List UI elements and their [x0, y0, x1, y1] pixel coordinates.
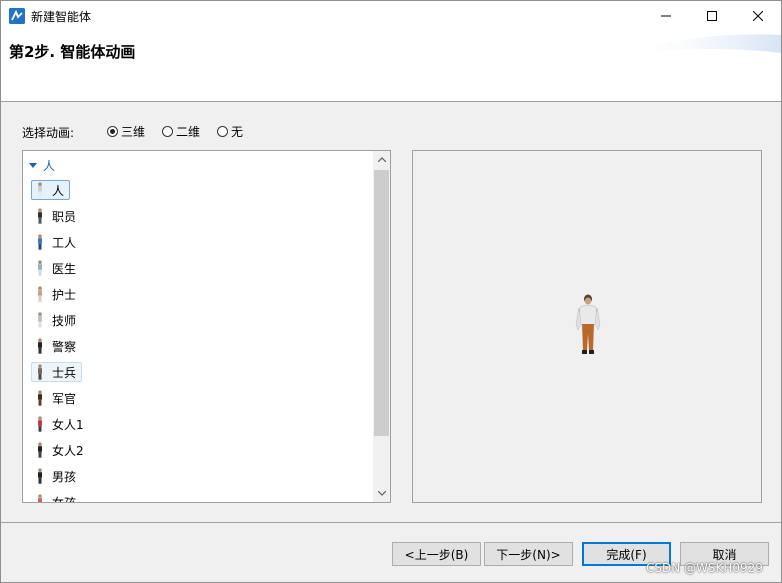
next-button[interactable]: 下一步(N)> [484, 542, 573, 566]
watermark-text: CSDN @WSKH0929 [646, 561, 763, 575]
animation-label: 选择动画: [22, 126, 75, 140]
close-button[interactable] [735, 1, 781, 31]
radio-2d-circle[interactable] [162, 126, 173, 137]
person-icon [38, 286, 42, 302]
walking-person-icon [575, 294, 601, 354]
tree-item-label: 女孩 [52, 495, 77, 503]
tree-item[interactable]: 女人2 [31, 440, 90, 460]
close-icon [753, 11, 763, 21]
new-agent-dialog: 新建智能体 第2步. 智能体动画 选择动画: 三维 二维 无 人 人 职员 工人… [0, 0, 782, 583]
tree-item[interactable]: 女孩 [31, 492, 82, 503]
tree-item-label: 士兵 [52, 365, 77, 380]
radio-none[interactable]: 无 [217, 123, 243, 140]
radio-3d-label: 三维 [121, 125, 146, 139]
chevron-up-icon [377, 157, 386, 162]
window-title: 新建智能体 [31, 10, 92, 24]
tree-item-label: 职员 [52, 209, 77, 224]
wizard-header: 第2步. 智能体动画 [1, 31, 781, 102]
tree-item[interactable]: 军官 [31, 388, 82, 408]
person-icon [38, 234, 42, 250]
person-icon [38, 338, 42, 354]
tree-item-label: 护士 [52, 287, 77, 302]
person-icon [38, 494, 42, 502]
tree-item[interactable]: 工人 [31, 232, 82, 252]
tree-item-label: 女人2 [52, 443, 84, 458]
person-icon [38, 364, 42, 380]
tree-item[interactable]: 医生 [31, 258, 82, 278]
animation-preview [412, 150, 762, 503]
maximize-button[interactable] [689, 1, 735, 31]
tree-item[interactable]: 职员 [31, 206, 82, 226]
person-icon [38, 442, 42, 458]
tree-item[interactable]: 护士 [31, 284, 82, 304]
radio-none-label: 无 [231, 125, 244, 139]
tree-group-label: 人 [43, 159, 56, 173]
tree-item-label: 军官 [52, 391, 77, 406]
tree-group-person[interactable]: 人 [29, 157, 55, 174]
title-bar: 新建智能体 [1, 1, 781, 31]
scroll-up-button[interactable] [373, 151, 390, 168]
caret-down-icon[interactable] [29, 163, 37, 168]
minimize-icon [661, 15, 671, 17]
previous-button[interactable]: <上一步(B) [392, 542, 481, 566]
tree-item-label: 技师 [52, 313, 77, 328]
radio-3d[interactable]: 三维 [107, 123, 145, 140]
tree-item-label: 医生 [52, 261, 77, 276]
tree-item-label: 女人1 [52, 417, 84, 432]
tree-item-label: 警察 [52, 339, 77, 354]
person-icon [38, 416, 42, 432]
tree-item[interactable]: 警察 [31, 336, 82, 356]
person-icon [38, 260, 42, 276]
radio-none-circle[interactable] [217, 126, 228, 137]
scroll-down-button[interactable] [373, 485, 390, 502]
tree-scrollbar[interactable] [373, 151, 390, 502]
radio-3d-circle[interactable] [107, 126, 118, 137]
agent-animation-tree[interactable]: 人 人职员工人医生护士技师警察士兵军官女人1 女人2 男孩女孩 [22, 150, 391, 503]
person-icon [38, 390, 42, 406]
step-title: 第2步. 智能体动画 [9, 43, 136, 61]
tree-item[interactable]: 技师 [31, 310, 82, 330]
maximize-icon [707, 11, 717, 21]
app-logo-icon [9, 8, 25, 24]
person-icon [38, 182, 42, 198]
radio-2d-label: 二维 [176, 125, 201, 139]
person-icon [38, 312, 42, 328]
person-icon [38, 468, 42, 484]
tree-item-label: 人 [52, 183, 65, 198]
tree-item[interactable]: 人 [31, 180, 71, 200]
minimize-button[interactable] [643, 1, 689, 31]
scroll-thumb[interactable] [374, 170, 389, 436]
tree-item-label: 工人 [52, 235, 77, 250]
tree-item[interactable]: 士兵 [31, 362, 83, 382]
header-decoration-icon [621, 34, 781, 53]
tree-item[interactable]: 男孩 [31, 466, 82, 486]
radio-2d[interactable]: 二维 [162, 123, 200, 140]
chevron-down-icon [377, 491, 386, 496]
tree-item[interactable]: 女人1 [31, 414, 90, 434]
person-icon [38, 208, 42, 224]
tree-item-label: 男孩 [52, 469, 77, 484]
